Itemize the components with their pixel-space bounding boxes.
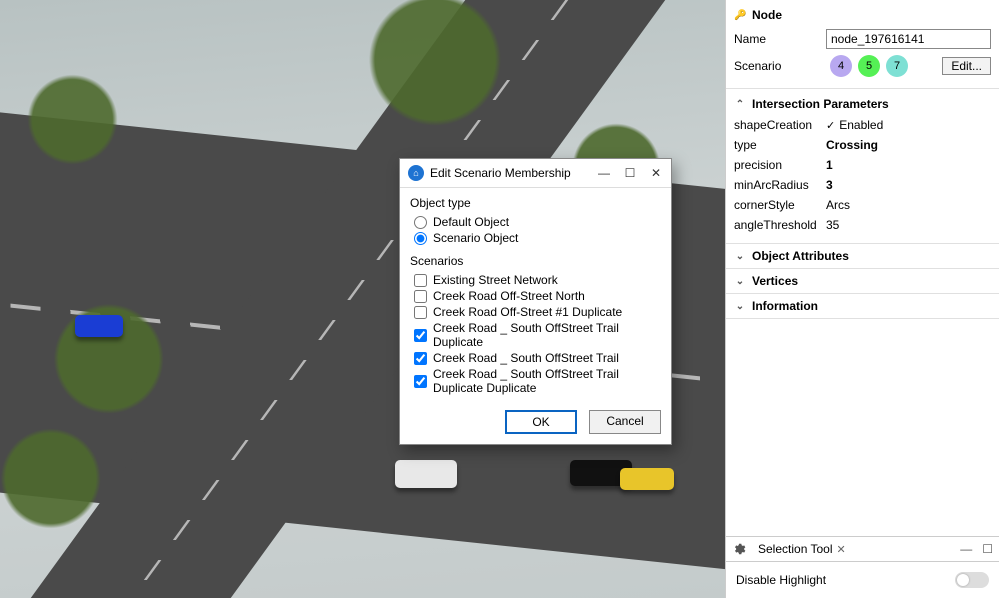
3d-viewport[interactable]: ⌂ Edit Scenario Membership — ☐ ✕ Object …: [0, 0, 725, 598]
scenarios-label: Scenarios: [410, 254, 661, 268]
scenario-chip[interactable]: 4: [830, 55, 852, 77]
car-white: [395, 460, 457, 488]
radio-label: Default Object: [433, 215, 509, 229]
scenario-checkbox-row[interactable]: Creek Road Off-Street North: [410, 288, 661, 304]
param-row[interactable]: minArcRadius3: [734, 175, 991, 195]
node-section-header[interactable]: 🔑 Node: [726, 4, 999, 26]
scenario-checkbox-row[interactable]: Creek Road _ South OffStreet Trail: [410, 350, 661, 366]
param-row[interactable]: cornerStyleArcs: [734, 195, 991, 215]
dialog-title: Edit Scenario Membership: [430, 166, 571, 180]
object-type-radio[interactable]: Scenario Object: [410, 230, 661, 246]
tab-label: Selection Tool: [758, 542, 833, 556]
tab-selection-tool[interactable]: Selection Tool ✕: [752, 540, 852, 558]
checkbox-input[interactable]: [414, 306, 427, 319]
param-value: Enabled: [826, 118, 991, 132]
checkbox-label: Existing Street Network: [433, 273, 558, 287]
checkbox-input[interactable]: [414, 290, 427, 303]
window-controls: — ☐ ✕: [597, 166, 663, 180]
scenario-label: Scenario: [734, 59, 826, 73]
app-icon: ⌂: [408, 165, 424, 181]
param-value: Arcs: [826, 198, 991, 212]
checkbox-label: Creek Road Off-Street #1 Duplicate: [433, 305, 622, 319]
param-label: minArcRadius: [734, 178, 826, 192]
chevron-down-icon: ⌄: [734, 276, 746, 287]
param-value: 1: [826, 158, 991, 172]
collapsed-section[interactable]: ⌄ Information: [726, 294, 999, 319]
checkbox-label: Creek Road Off-Street North: [433, 289, 585, 303]
disable-highlight-label: Disable Highlight: [736, 573, 826, 587]
disable-highlight-toggle[interactable]: [955, 572, 989, 588]
param-label: angleThreshold: [734, 218, 826, 232]
minimize-icon[interactable]: —: [597, 166, 611, 180]
scenario-checkbox-row[interactable]: Existing Street Network: [410, 272, 661, 288]
scenario-checkbox-row[interactable]: Creek Road Off-Street #1 Duplicate: [410, 304, 661, 320]
checkbox-label: Creek Road _ South OffStreet Trail Dupli…: [433, 367, 661, 395]
intersection-title: Intersection Parameters: [752, 97, 889, 111]
checkbox-input[interactable]: [414, 329, 427, 342]
close-icon[interactable]: ✕: [649, 166, 663, 180]
scenario-chips: 457: [830, 55, 908, 77]
radio-label: Scenario Object: [433, 231, 518, 245]
name-label: Name: [734, 32, 826, 46]
object-type-radio[interactable]: Default Object: [410, 214, 661, 230]
gear-icon: [732, 542, 746, 556]
panel-maximize-icon[interactable]: ☐: [982, 542, 993, 556]
scenario-chip[interactable]: 5: [858, 55, 880, 77]
inspector-panel: 🔑 Node Name Scenario 457 Edit... ⌃ Inter…: [725, 0, 999, 598]
param-value: 35: [826, 218, 991, 232]
radio-input[interactable]: [414, 232, 427, 245]
section-title: Object Attributes: [752, 249, 849, 263]
car-yellow: [620, 468, 674, 490]
section-title: Information: [752, 299, 818, 313]
intersection-header[interactable]: ⌃ Intersection Parameters: [726, 93, 999, 115]
param-label: cornerStyle: [734, 198, 826, 212]
collapsed-section[interactable]: ⌄ Object Attributes: [726, 244, 999, 269]
chevron-down-icon: ⌄: [734, 301, 746, 312]
param-row[interactable]: shapeCreationEnabled: [734, 115, 991, 135]
checkbox-label: Creek Road _ South OffStreet Trail Dupli…: [433, 321, 661, 349]
node-section-title: Node: [752, 8, 782, 22]
scenario-checkbox-row[interactable]: Creek Road _ South OffStreet Trail Dupli…: [410, 366, 661, 396]
maximize-icon[interactable]: ☐: [623, 166, 637, 180]
param-value: Crossing: [826, 138, 991, 152]
car-blue: [75, 315, 123, 337]
scenario-checkbox-row[interactable]: Creek Road _ South OffStreet Trail Dupli…: [410, 320, 661, 350]
checkbox-input[interactable]: [414, 274, 427, 287]
param-row[interactable]: typeCrossing: [734, 135, 991, 155]
name-input[interactable]: [826, 29, 991, 49]
panel-minimize-icon[interactable]: —: [960, 542, 972, 556]
param-row[interactable]: precision1: [734, 155, 991, 175]
param-value: 3: [826, 178, 991, 192]
chevron-down-icon: ⌃: [734, 99, 746, 110]
checkbox-input[interactable]: [414, 375, 427, 388]
param-row[interactable]: angleThreshold35: [734, 215, 991, 235]
scenario-chip[interactable]: 7: [886, 55, 908, 77]
param-label: type: [734, 138, 826, 152]
ok-button[interactable]: OK: [505, 410, 577, 434]
checkbox-input[interactable]: [414, 352, 427, 365]
section-title: Vertices: [752, 274, 798, 288]
object-type-label: Object type: [410, 196, 661, 210]
collapsed-section[interactable]: ⌄ Vertices: [726, 269, 999, 294]
dialog-titlebar[interactable]: ⌂ Edit Scenario Membership — ☐ ✕: [400, 159, 671, 188]
chevron-down-icon: ⌄: [734, 251, 746, 262]
cancel-button[interactable]: Cancel: [589, 410, 661, 434]
param-label: shapeCreation: [734, 118, 826, 132]
edit-scenario-dialog: ⌂ Edit Scenario Membership — ☐ ✕ Object …: [399, 158, 672, 445]
checkbox-label: Creek Road _ South OffStreet Trail: [433, 351, 619, 365]
tab-close-icon[interactable]: ✕: [837, 543, 846, 556]
edit-scenarios-button[interactable]: Edit...: [942, 57, 991, 75]
radio-input[interactable]: [414, 216, 427, 229]
chevron-down-icon: 🔑: [734, 10, 746, 21]
param-label: precision: [734, 158, 826, 172]
